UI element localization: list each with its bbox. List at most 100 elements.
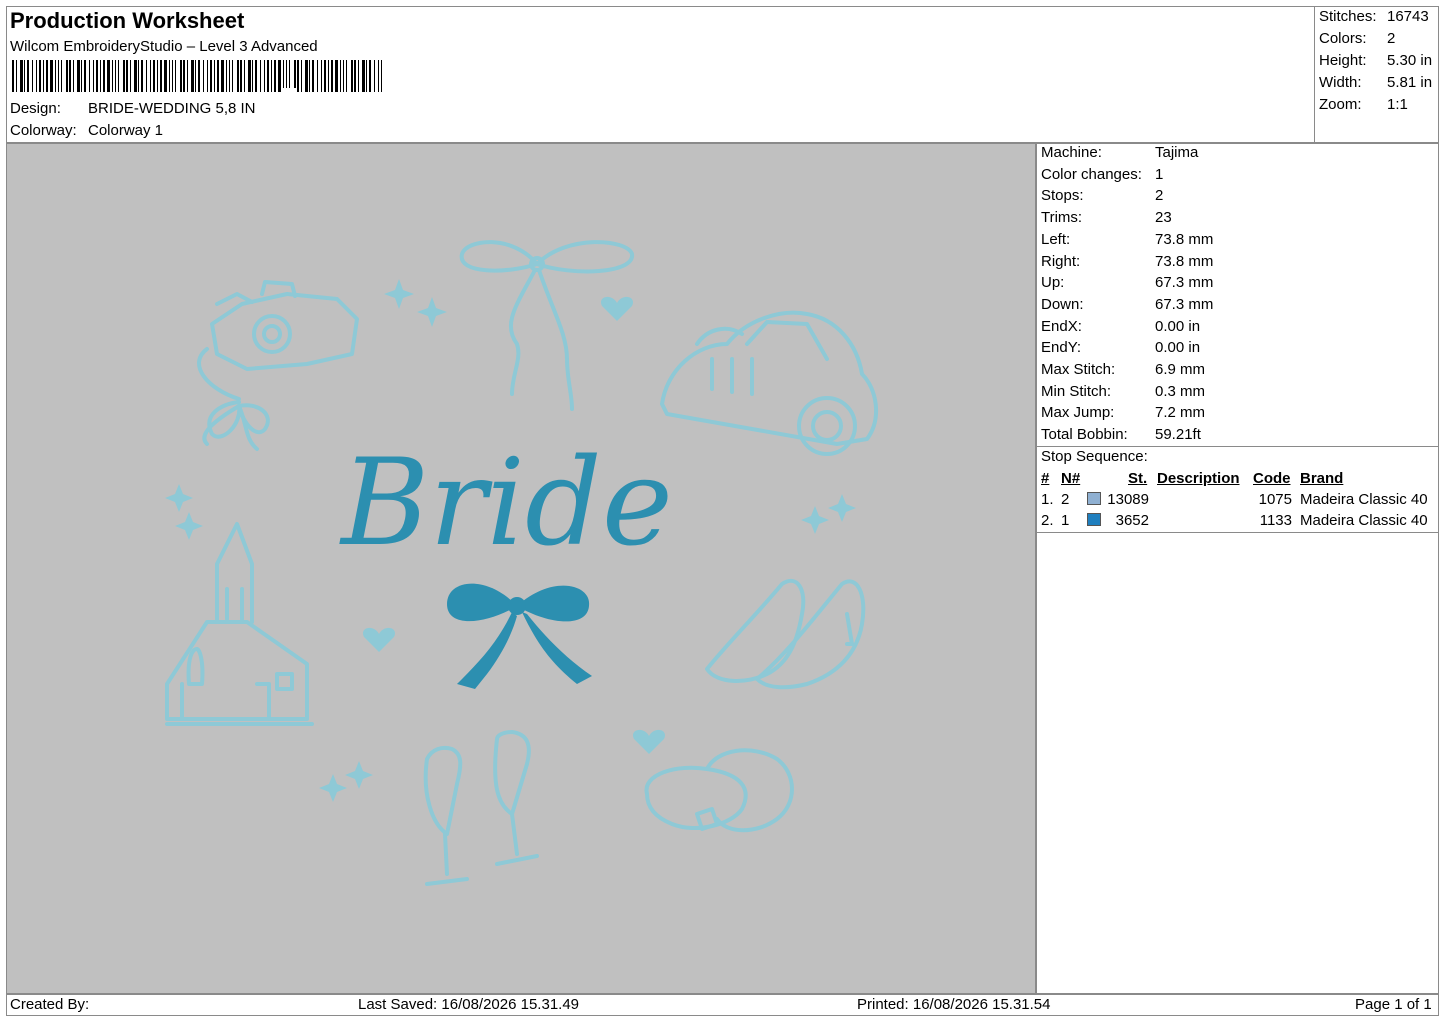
machine-row: Stops: 2 (1041, 187, 1163, 204)
machine-row: Down: 67.3 mm (1041, 296, 1213, 313)
stat-row: Zoom: 1:1 (1319, 96, 1408, 113)
machine-label: Trims: (1041, 209, 1083, 227)
col-header-num: # (1041, 470, 1050, 487)
divider (1036, 446, 1439, 447)
machine-value: Tajima (1155, 144, 1199, 161)
machine-row: Total Bobbin: 59.21ft (1041, 426, 1201, 443)
machine-value: 59.21ft (1155, 426, 1201, 444)
seq-code: 1133 (1259, 512, 1292, 529)
seq-brand: Madeira Classic 40 (1300, 491, 1428, 508)
worksheet-footer (6, 994, 1439, 1016)
stat-label: Height: (1319, 52, 1367, 69)
machine-label: Max Stitch: (1041, 361, 1116, 378)
color-swatch (1087, 513, 1101, 526)
machine-value: 6.9 mm (1155, 361, 1206, 378)
machine-value: 67.3 mm (1155, 295, 1214, 313)
machine-label: EndX: (1041, 317, 1082, 335)
stat-row: Width: 5.81 in (1319, 74, 1432, 91)
stat-value: 1:1 (1387, 96, 1408, 113)
app-subtitle: Wilcom EmbroideryStudio – Level 3 Advanc… (10, 38, 318, 55)
machine-label: Down: (1041, 295, 1084, 313)
machine-row: Left: 73.8 mm (1041, 231, 1213, 248)
machine-label: Min Stitch: (1041, 382, 1112, 400)
embroidery-preview: Bride (165, 240, 879, 886)
page-title: Production Worksheet (10, 8, 245, 33)
machine-value: 67.3 mm (1155, 274, 1214, 292)
design-label: Design: (10, 100, 61, 117)
col-header-brand: Brand (1300, 470, 1344, 487)
col-header-st: St. (1128, 470, 1148, 487)
colorway-row: Colorway: Colorway 1 (10, 122, 163, 139)
seq-brand: Madeira Classic 40 (1300, 512, 1428, 529)
seq-needle: 1 (1061, 512, 1070, 529)
champagne-glasses-icon (423, 730, 539, 886)
church-icon (165, 522, 314, 726)
col-header-code: Code (1253, 470, 1291, 487)
machine-value: 0.3 mm (1155, 382, 1206, 400)
machine-row: Right: 73.8 mm (1041, 253, 1213, 270)
shoes-icon (705, 578, 866, 690)
design-canvas: Bride (6, 143, 1036, 994)
seq-stitches: 3652 (1115, 512, 1149, 529)
machine-value: 0.00 in (1155, 339, 1201, 357)
machine-row: Max Jump: 7.2 mm (1041, 404, 1205, 421)
design-row: Design: BRIDE-WEDDING 5,8 IN (10, 100, 256, 117)
machine-label: Color changes: (1041, 165, 1142, 183)
machine-value: 0.00 in (1155, 317, 1201, 335)
machine-value: 23 (1155, 209, 1172, 227)
color-swatch (1087, 492, 1101, 505)
stop-sequence-title: Stop Sequence: (1041, 448, 1148, 465)
col-header-description: Description (1157, 470, 1240, 487)
machine-label: Machine: (1041, 144, 1102, 161)
last-saved: Last Saved: 16/08/2026 15.31.49 (358, 996, 580, 1013)
car-icon (660, 310, 879, 456)
machine-label: EndY: (1041, 339, 1082, 357)
divider (1036, 532, 1439, 533)
stat-row: Colors: 2 (1319, 30, 1395, 47)
machine-label: Up: (1041, 274, 1065, 292)
bride-text: Bride (339, 434, 673, 573)
stat-label: Width: (1319, 74, 1362, 91)
machine-value: 1 (1155, 165, 1164, 183)
machine-row: EndX: 0.00 in (1041, 318, 1200, 335)
printed-date: Printed: 16/08/2026 15.31.54 (857, 996, 1051, 1013)
col-header-n: N# (1061, 470, 1081, 487)
machine-row: Color changes: 1 (1041, 166, 1163, 183)
seq-code: 1075 (1258, 491, 1292, 508)
stat-label: Colors: (1319, 30, 1367, 47)
bow-outline-icon (459, 240, 634, 411)
stat-value: 5.81 in (1387, 74, 1433, 91)
machine-label: Total Bobbin: (1041, 426, 1128, 444)
stat-row: Height: 5.30 in (1319, 52, 1432, 69)
rings-icon (644, 748, 794, 833)
colorway-value: Colorway 1 (88, 122, 164, 139)
header-divider (1314, 6, 1315, 143)
stat-label: Zoom: (1319, 96, 1362, 113)
machine-value: 7.2 mm (1155, 404, 1206, 422)
stat-label: Stitches: (1319, 8, 1377, 25)
machine-row: Min Stitch: 0.3 mm (1041, 383, 1205, 400)
machine-row: Trims: 23 (1041, 209, 1172, 226)
machine-value: 2 (1155, 187, 1164, 205)
barcode-image (12, 60, 382, 92)
created-by: Created By: (10, 996, 90, 1013)
machine-row: Max Stitch: 6.9 mm (1041, 361, 1205, 378)
machine-value: 73.8 mm (1155, 252, 1214, 270)
machine-label: Stops: (1041, 187, 1084, 205)
seq-num: 2. (1041, 512, 1054, 529)
machine-row: Machine: Tajima (1041, 144, 1198, 161)
bow-filled-icon (447, 583, 592, 689)
machine-label: Left: (1041, 230, 1071, 248)
design-value: BRIDE-WEDDING 5,8 IN (88, 100, 256, 117)
stat-value: 2 (1387, 30, 1396, 47)
camera-icon (197, 280, 359, 451)
seq-needle: 2 (1061, 491, 1070, 508)
machine-label: Max Jump: (1041, 404, 1115, 422)
machine-row: EndY: 0.00 in (1041, 339, 1200, 356)
machine-row: Up: 67.3 mm (1041, 274, 1213, 291)
seq-stitches: 13089 (1107, 491, 1149, 508)
colorway-label: Colorway: (10, 122, 77, 139)
stat-value: 16743 (1387, 8, 1429, 25)
machine-value: 73.8 mm (1155, 230, 1214, 248)
seq-num: 1. (1041, 491, 1054, 508)
